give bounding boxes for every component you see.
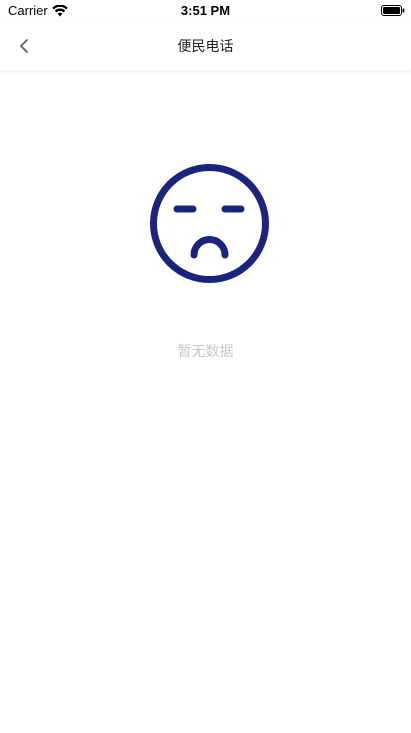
sad-face-icon [150, 164, 269, 283]
page-title: 便民电话 [177, 38, 234, 54]
screen: Carrier 3:51 PM 便民电话 暂无数据 [0, 0, 411, 733]
status-time: 3:51 PM [180, 3, 231, 18]
battery-icon [381, 5, 405, 16]
status-bar: Carrier 3:51 PM [0, 0, 411, 22]
empty-state-message: 暂无数据 [177, 343, 234, 359]
navigation-bar: 便民电话 [0, 22, 411, 70]
